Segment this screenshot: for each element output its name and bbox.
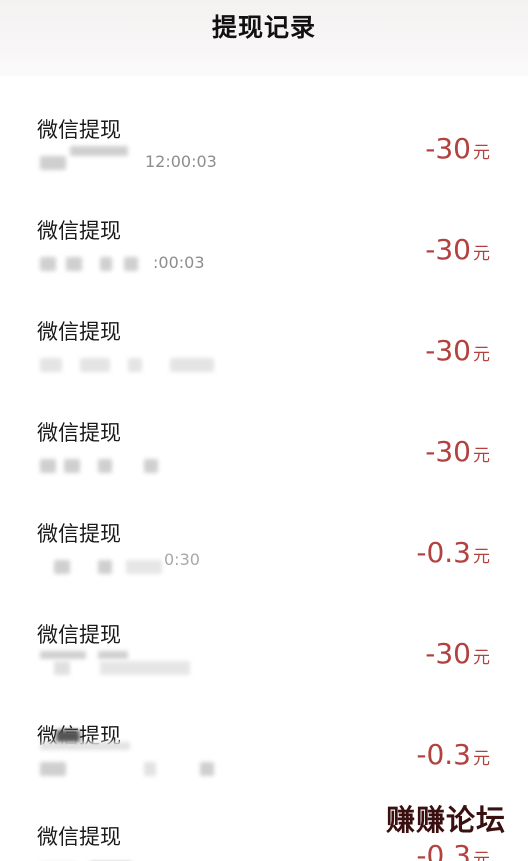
record-type-label: 微信提现 xyxy=(37,623,121,647)
record-type-label: 微信提现 xyxy=(37,825,121,849)
redacted-date-blur xyxy=(98,459,112,473)
record-row[interactable]: 微信提现 0:30 -0.3 元 xyxy=(0,480,528,581)
record-amount-value: -30 xyxy=(425,233,471,266)
record-type-label: 微信提现 xyxy=(37,421,121,445)
record-amount-value: -30 xyxy=(425,435,471,468)
redacted-date-blur xyxy=(40,156,66,170)
redacted-date-blur xyxy=(54,661,70,675)
redacted-date-blur xyxy=(66,257,82,271)
record-row[interactable]: 微信提现 12:00:03 -30 元 xyxy=(0,76,528,177)
redacted-date-blur xyxy=(40,651,86,659)
redacted-date-blur xyxy=(40,459,56,473)
redacted-date-blur xyxy=(40,257,56,271)
redacted-date-blur xyxy=(144,459,158,473)
record-type-label: 微信提现 xyxy=(37,320,121,344)
record-amount: -0.3 元 xyxy=(416,738,490,771)
redacted-date-blur xyxy=(100,661,190,675)
record-time-text: :00:03 xyxy=(153,253,205,272)
redacted-date-blur xyxy=(98,560,112,574)
record-amount: -30 元 xyxy=(425,637,490,670)
record-type-label: 微信提现 xyxy=(37,219,121,243)
record-amount: -30 元 xyxy=(425,435,490,468)
record-amount-value: -0.3 xyxy=(416,536,471,569)
forum-watermark: 赚赚论坛 xyxy=(385,803,506,837)
record-row[interactable]: 微信提现 :00:03 -30 元 xyxy=(0,177,528,278)
redacted-date-blur xyxy=(200,762,214,776)
record-amount-value: -0.3 xyxy=(416,839,471,861)
redacted-date-blur xyxy=(64,459,80,473)
redacted-date-blur xyxy=(70,146,128,156)
redacted-date-blur xyxy=(170,358,214,372)
redacted-date-blur xyxy=(54,560,70,574)
record-row[interactable]: 微信提现 -30 元 xyxy=(0,379,528,480)
record-amount-value: -0.3 xyxy=(416,738,471,771)
redacted-date-blur xyxy=(124,257,138,271)
records-list[interactable]: 微信提现 12:00:03 -30 元 微信提现 :00:03 -30 元 微信… xyxy=(0,76,528,861)
record-amount-value: -30 xyxy=(425,637,471,670)
record-amount-unit: 元 xyxy=(473,648,490,668)
record-amount: -30 元 xyxy=(425,233,490,266)
record-time: 12:00:03 xyxy=(40,146,240,174)
record-time: 0:30 xyxy=(40,550,240,578)
record-amount: -0.3 元 xyxy=(416,839,490,861)
record-amount-unit: 元 xyxy=(473,547,490,567)
header-bar: 提现记录 xyxy=(0,0,528,76)
record-time-text: 0:30 xyxy=(164,550,200,569)
record-amount-unit: 元 xyxy=(473,850,490,861)
redacted-date-blur xyxy=(144,762,156,776)
record-type-label: 微信提现 xyxy=(37,522,121,546)
page-title: 提现记录 xyxy=(211,13,316,42)
redacted-date-blur xyxy=(98,651,128,659)
record-amount-unit: 元 xyxy=(473,749,490,769)
record-time xyxy=(40,730,240,780)
record-time: :00:03 xyxy=(40,253,240,275)
record-time xyxy=(40,651,240,679)
record-amount-unit: 元 xyxy=(473,244,490,264)
record-amount-value: -30 xyxy=(425,132,471,165)
withdrawal-records-page: 提现记录 微信提现 12:00:03 -30 元 微信提现 :00:03 -30… xyxy=(0,0,528,861)
redacted-date-blur xyxy=(128,358,142,372)
record-amount-value: -30 xyxy=(425,334,471,367)
redacted-date-blur xyxy=(100,257,112,271)
redacted-date-blur xyxy=(40,762,66,776)
record-type-label: 微信提现 xyxy=(37,118,121,142)
record-amount: -30 元 xyxy=(425,132,490,165)
record-amount-unit: 元 xyxy=(473,345,490,365)
record-time xyxy=(40,455,240,477)
record-row[interactable]: 微信提现 -0.3元 xyxy=(0,682,528,783)
record-time-text: 12:00:03 xyxy=(145,152,217,171)
redacted-date-blur xyxy=(126,560,162,574)
redacted-date-blur xyxy=(40,742,130,750)
record-amount: -30 元 xyxy=(425,334,490,367)
redacted-date-blur xyxy=(80,358,110,372)
record-amount: -0.3 元 xyxy=(416,536,490,569)
redacted-date-blur xyxy=(40,358,62,372)
record-time xyxy=(40,354,240,376)
record-amount-unit: 元 xyxy=(473,143,490,163)
record-amount-unit: 元 xyxy=(473,446,490,466)
record-row[interactable]: 微信提现 -30 元 xyxy=(0,278,528,379)
record-row[interactable]: 微信提现 -30 元 xyxy=(0,581,528,682)
